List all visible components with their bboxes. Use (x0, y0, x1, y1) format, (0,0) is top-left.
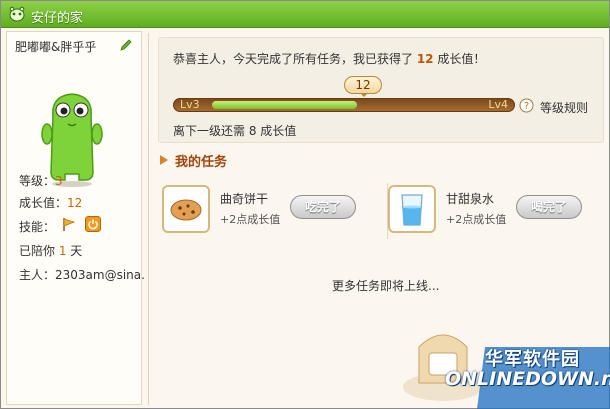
owner-value: 2303am@sina. (55, 268, 145, 282)
task-card-cookie: 曲奇饼干 +2点成长值 吃完了 (158, 181, 372, 243)
level-stat: 等级：3 (19, 172, 63, 189)
remaining-growth-text: 离下一级还需 8 成长值 (173, 124, 297, 138)
more-tasks-text: 更多任务即将上线... (332, 279, 440, 293)
cookie-icon (170, 199, 202, 221)
task-card-water: 甘甜泉水 +2点成长值 喝完了 (384, 181, 598, 243)
skills-label: 技能： (19, 220, 56, 234)
current-growth-bubble: 12 (344, 76, 382, 97)
level-rules-link[interactable]: 等级规则 (540, 99, 588, 116)
owner-label: 主人： (19, 268, 56, 282)
window-title: 安仔的家 (31, 11, 84, 26)
task-title: 甘甜泉水 (446, 192, 495, 206)
growth-panel: 恭喜主人，今天完成了所有任务，我已获得了 12 成长值！ 12 Lv3 Lv4 … (158, 37, 604, 143)
next-level-label: Lv4 (488, 98, 508, 111)
water-glass-icon (401, 194, 423, 226)
app-window: 安仔的家 肥嘟嘟&胖乎乎 等级：3 成长值：12 技能： 已陪你 1 天 主人：… (0, 0, 610, 409)
pet-app-icon (9, 6, 25, 22)
owner-stat: 主人：2303am@sina. (19, 266, 145, 283)
pet-info-panel: 肥嘟嘟&胖乎乎 等级：3 成长值：12 技能： 已陪你 1 天 主人：2303a… (6, 31, 145, 405)
watermark-en-text: ONLINEDOWN.net (445, 368, 610, 390)
task-reward: +2点成长值 (220, 213, 281, 226)
growth-value: 12 (67, 196, 83, 210)
panel-divider (148, 33, 149, 405)
growth-stat: 成长值：12 (19, 194, 82, 211)
days-stat: 已陪你 1 天 (19, 242, 82, 259)
task-title: 曲奇饼干 (220, 192, 269, 206)
current-level-label: Lv3 (180, 98, 200, 111)
flag-skill-icon[interactable] (61, 216, 77, 232)
congrats-suffix: 成长值！ (433, 52, 486, 66)
level-value: 3 (55, 174, 63, 188)
pet-name: 肥嘟嘟&胖乎乎 (15, 40, 97, 54)
title-bar: 安仔的家 (1, 1, 609, 28)
days-suffix: 天 (66, 244, 83, 258)
task-icon-frame (388, 185, 436, 233)
pencil-icon[interactable] (119, 38, 133, 52)
progress-fill (212, 101, 357, 109)
days-prefix: 已陪你 (19, 244, 59, 258)
congrats-prefix: 恭喜主人，今天完成了所有任务，我已获得了 (173, 52, 417, 66)
growth-progress-bar: Lv3 Lv4 (173, 98, 515, 112)
level-label: 等级： (19, 174, 56, 188)
growth-label: 成长值： (19, 196, 68, 210)
ate-done-button[interactable]: 吃完了 (290, 195, 356, 219)
task-icon-frame (162, 185, 210, 233)
skills-stat: 技能： (19, 218, 55, 235)
question-icon[interactable]: ? (519, 98, 534, 113)
task-reward: +2点成长值 (446, 213, 507, 226)
congrats-value: 12 (416, 52, 434, 66)
drank-done-button[interactable]: 喝完了 (516, 195, 582, 219)
power-skill-icon[interactable] (85, 216, 101, 232)
triangle-right-icon (160, 155, 168, 165)
svg-text:?: ? (524, 101, 529, 112)
congrats-message: 恭喜主人，今天完成了所有任务，我已获得了 12 成长值！ (173, 50, 485, 67)
tasks-header-label: 我的任务 (175, 155, 228, 170)
